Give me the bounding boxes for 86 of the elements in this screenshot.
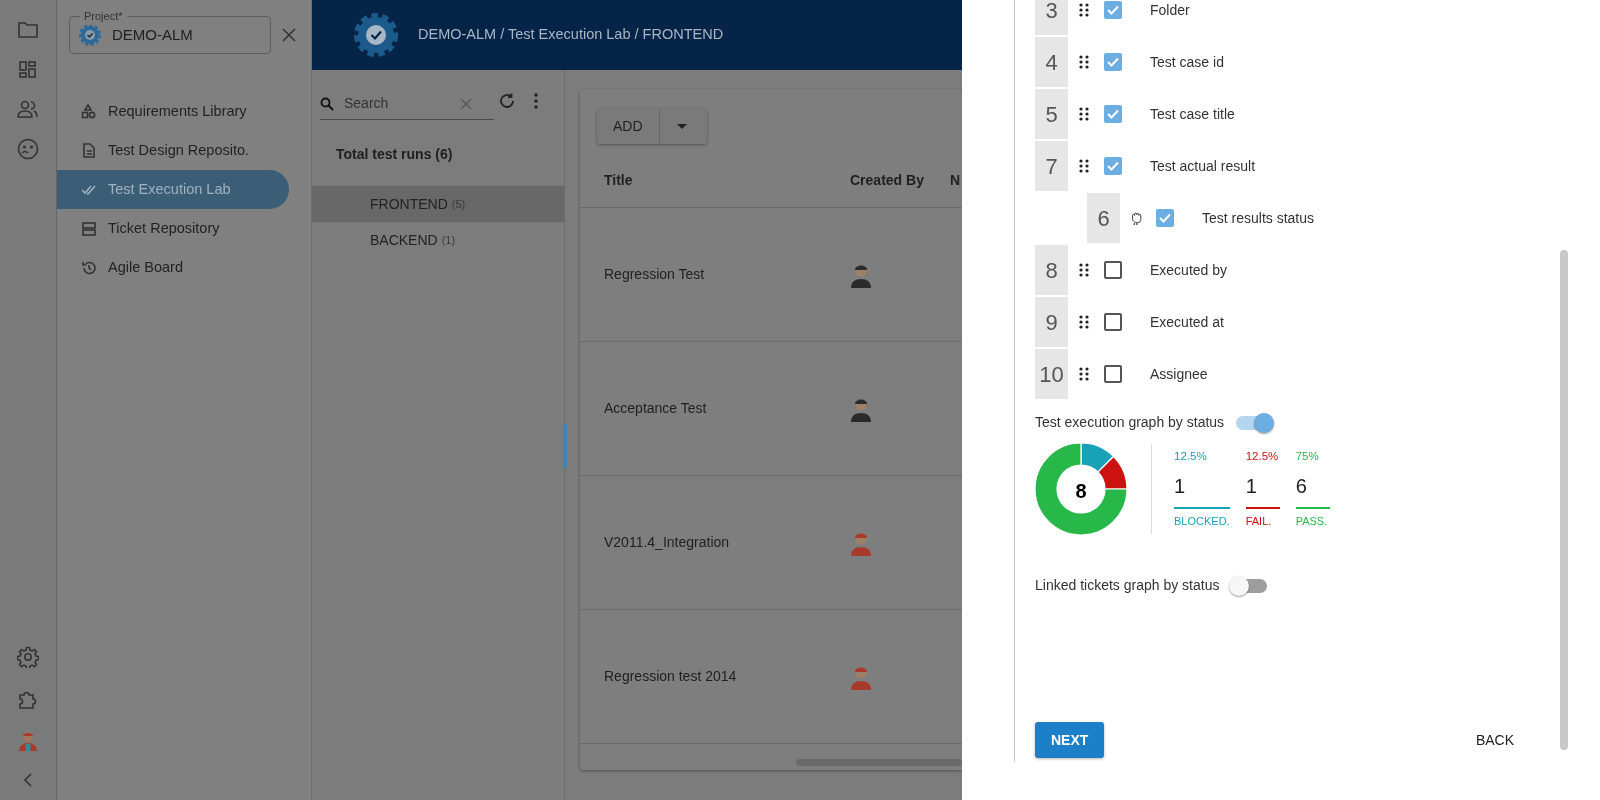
drag-handle-icon[interactable] — [1078, 55, 1090, 69]
checkbox[interactable] — [1104, 313, 1122, 331]
chevron-left-icon[interactable] — [23, 772, 33, 788]
checkbox[interactable] — [1156, 209, 1174, 227]
refresh-icon[interactable] — [498, 92, 516, 110]
table-cell: V2011.4_Integration — [604, 534, 730, 550]
column-label: Test actual result — [1150, 156, 1256, 176]
gear-icon[interactable] — [17, 646, 39, 668]
drag-handle-icon[interactable] — [1078, 263, 1090, 277]
checkbox[interactable] — [1104, 157, 1122, 175]
user-avatar-icon[interactable] — [18, 730, 38, 752]
table-cell: Regression test 2014 — [604, 668, 737, 684]
shapes-icon — [81, 104, 96, 119]
toggle-label: Test execution graph by status — [1035, 413, 1225, 432]
stat-label: FAIL. — [1245, 514, 1273, 530]
vertical-scrollbar[interactable] — [1560, 250, 1568, 750]
table-cell: Regression Test — [604, 266, 705, 282]
column-label: Executed at — [1150, 312, 1224, 332]
nav-item[interactable]: Test Design Reposito. — [57, 131, 289, 170]
order-number: 9 — [1035, 297, 1068, 347]
toggle-label: Linked tickets graph by status — [1035, 576, 1220, 595]
stat-count: 6 — [1295, 471, 1330, 510]
nav-item[interactable]: Requirements Library — [57, 92, 289, 131]
hand-cursor-icon[interactable] — [1130, 211, 1142, 225]
stat-percent: 75% — [1295, 449, 1320, 465]
order-number: 4 — [1035, 37, 1068, 87]
gear-check-logo-icon — [352, 11, 400, 59]
nav-item[interactable]: Agile Board — [57, 248, 289, 287]
nav-item[interactable]: Test Execution Lab — [57, 170, 289, 209]
stat-percent: 12.5% — [1174, 449, 1208, 465]
order-number: 3 — [1035, 0, 1068, 35]
column-header: Created By — [850, 172, 924, 188]
total-runs-label: Total test runs (6) — [336, 146, 453, 162]
clear-icon[interactable] — [460, 97, 472, 110]
checkbox[interactable] — [1104, 1, 1122, 19]
search-field[interactable]: Search — [342, 92, 452, 115]
stat-count: 1 — [1245, 471, 1280, 510]
checkbox[interactable] — [1104, 53, 1122, 71]
more-vertical-icon[interactable] — [534, 93, 538, 109]
order-number: 8 — [1035, 245, 1068, 295]
drag-handle-icon[interactable] — [1078, 159, 1090, 173]
history-icon — [81, 260, 96, 275]
dashboard-icon[interactable] — [18, 60, 38, 80]
project-value: DEMO-ALM — [112, 24, 193, 45]
drag-handle-icon[interactable] — [1078, 315, 1090, 329]
column-label: Test results status — [1202, 208, 1315, 228]
back-button[interactable]: BACK — [1469, 728, 1520, 752]
column-header: N — [950, 172, 961, 188]
checkbox[interactable] — [1104, 105, 1122, 123]
column-label: Test case id — [1150, 52, 1224, 72]
column-label: Assignee — [1150, 364, 1208, 384]
order-number: 6 — [1087, 193, 1120, 243]
next-button[interactable]: NEXT — [1035, 722, 1105, 758]
order-number: 5 — [1035, 89, 1068, 139]
people-icon[interactable] — [17, 100, 39, 118]
stacked-rows-icon — [81, 221, 96, 236]
drag-handle-icon[interactable] — [1078, 3, 1090, 17]
close-icon[interactable] — [281, 27, 297, 43]
stat-label: BLOCKED. — [1174, 514, 1230, 530]
toggle-switch[interactable] — [1231, 578, 1268, 593]
chart-total: 8 — [1074, 479, 1088, 504]
folder-icon[interactable] — [17, 20, 39, 40]
breadcrumb: DEMO-ALM / Test Execution Lab / FRONTEND — [418, 25, 724, 45]
stat-label: PASS. — [1295, 514, 1329, 530]
caret-down-icon — [676, 124, 687, 130]
drag-handle-icon[interactable] — [1078, 367, 1090, 381]
document-icon — [81, 143, 96, 158]
drag-handle-icon[interactable] — [1078, 107, 1090, 121]
toggle-switch[interactable] — [1236, 415, 1273, 430]
column-header: Title — [604, 172, 633, 188]
table-cell: Acceptance Test — [604, 400, 707, 416]
order-number: 7 — [1035, 141, 1068, 191]
checkbox[interactable] — [1104, 365, 1122, 383]
column-label: Folder — [1150, 0, 1190, 20]
order-number: 10 — [1035, 349, 1068, 399]
stat-percent: 12.5% — [1245, 449, 1280, 465]
nav-item[interactable]: Ticket Repository — [57, 209, 289, 248]
tree-item[interactable]: BACKEND (1) — [312, 222, 564, 258]
column-label: Executed by — [1150, 260, 1228, 280]
splitter-handle[interactable] — [563, 423, 567, 469]
checkbox[interactable] — [1104, 261, 1122, 279]
gear-check-icon — [78, 23, 102, 47]
search-icon — [320, 96, 334, 111]
horizontal-scrollbar[interactable] — [796, 759, 962, 766]
stat-count: 1 — [1174, 471, 1230, 510]
column-label: Test case title — [1150, 104, 1235, 124]
